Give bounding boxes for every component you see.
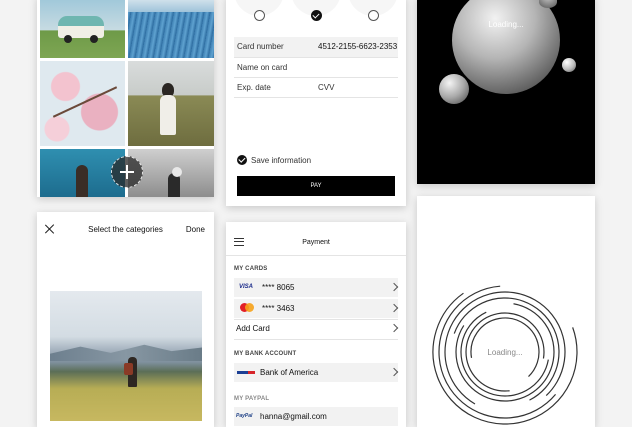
paypal-label: MY PAYPAL (234, 396, 270, 402)
visa-icon: VISA (239, 284, 254, 290)
hiker-photo[interactable] (50, 291, 202, 421)
photo-gallery-screen (37, 0, 214, 197)
exp-date-label[interactable]: Exp. date (237, 83, 271, 92)
van-photo[interactable] (40, 0, 125, 58)
payment-title: Payment (302, 239, 330, 246)
bank-logo-icon (237, 371, 255, 374)
bank-account-label: MY BANK ACCOUNT (234, 351, 297, 357)
card-number-value[interactable]: 4512-2155-6623-2353 (318, 42, 397, 51)
add-photo-button[interactable] (111, 156, 143, 188)
dark-loading-screen: Loading... (417, 0, 595, 184)
small-sphere-right (562, 58, 576, 72)
woman-field-photo[interactable] (128, 61, 214, 146)
cherry-blossom-photo[interactable] (40, 61, 125, 146)
small-sphere-left (439, 74, 469, 104)
done-button[interactable]: Done (186, 225, 205, 234)
light-loading-screen: Loading... (417, 196, 595, 427)
bank-name: Bank of America (260, 368, 319, 377)
loading-text-light: Loading... (487, 348, 523, 357)
name-on-card-label[interactable]: Name on card (237, 63, 287, 72)
cvv-label[interactable]: CVV (318, 83, 334, 92)
visa-card-number: **** 8065 (262, 283, 295, 292)
save-info-checkbox[interactable] (237, 155, 247, 165)
card-row-mastercard[interactable] (234, 299, 398, 318)
card-radio-3[interactable] (368, 10, 379, 21)
card-radio-1[interactable] (254, 10, 265, 21)
loading-text-dark: Loading... (488, 20, 524, 29)
field-aerial-photo[interactable] (128, 0, 214, 58)
pay-button[interactable]: PAY (237, 176, 395, 196)
save-info-label: Save information (251, 156, 312, 165)
payment-form-screen: Card number 4512-2155-6623-2353 Name on … (226, 0, 406, 206)
check-icon (238, 155, 246, 163)
mastercard-icon (240, 303, 254, 312)
large-sphere (452, 0, 560, 94)
chevron-right-icon (389, 323, 399, 333)
mastercard-card-number: **** 3463 (262, 304, 295, 313)
tiny-sphere-top (539, 0, 557, 8)
payment-methods-screen: Payment MY CARDS VISA **** 8065 **** 346… (226, 222, 406, 427)
paypal-email: hanna@gmail.com (260, 412, 327, 421)
add-card-button[interactable]: Add Card (236, 324, 270, 333)
card-row-visa[interactable] (234, 278, 398, 297)
card-radio-2[interactable] (311, 10, 322, 21)
select-categories-screen: Select the categories Done (37, 212, 214, 427)
loading-rings (432, 279, 578, 425)
paypal-icon: PayPal (236, 413, 253, 419)
card-number-label: Card number (237, 42, 284, 51)
my-cards-label: MY CARDS (234, 266, 268, 272)
